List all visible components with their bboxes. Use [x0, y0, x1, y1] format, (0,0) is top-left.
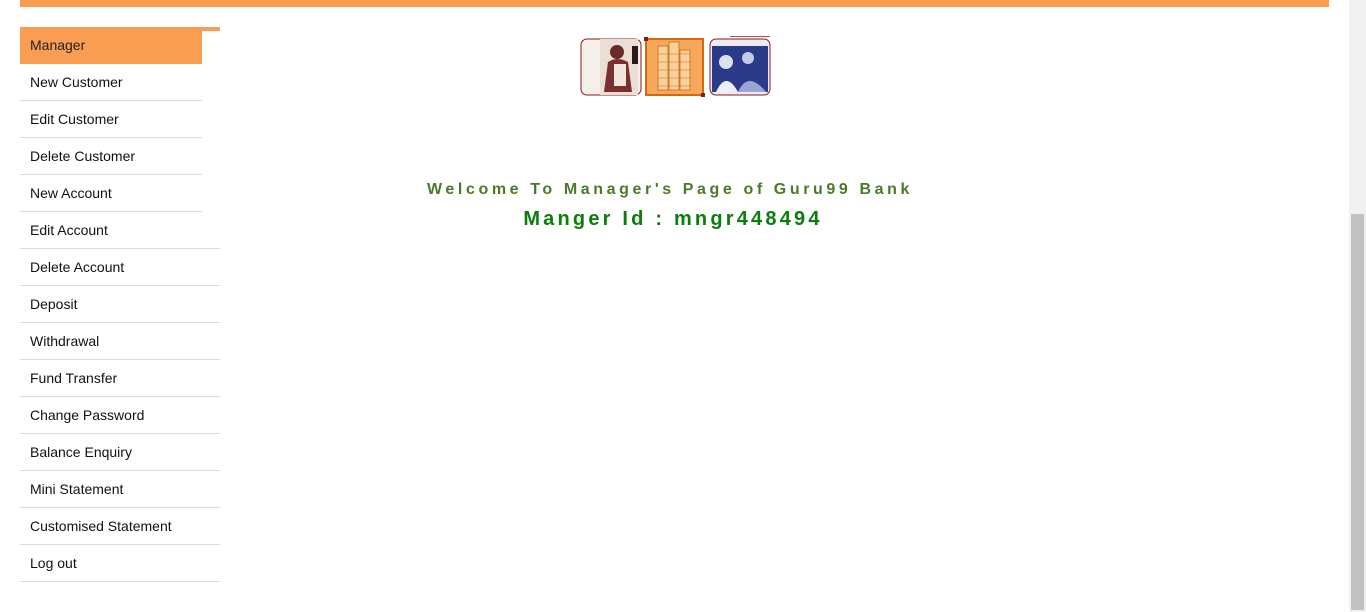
sidebar-item-mini-statement[interactable]: Mini Statement [20, 471, 220, 508]
sidebar-item-fund-transfer[interactable]: Fund Transfer [20, 360, 220, 397]
manager-id-label: Manger Id : mngr448494 [523, 208, 823, 230]
welcome-message: Welcome To Manager's Page of Guru99 Bank [427, 181, 913, 198]
sidebar-item-edit-account[interactable]: Edit Account [20, 212, 220, 249]
sidebar-item-delete-account[interactable]: Delete Account [20, 249, 220, 286]
sidebar-item-change-password[interactable]: Change Password [20, 397, 220, 434]
sidebar-item-log-out[interactable]: Log out [20, 545, 220, 582]
menu-list: Manager New Customer Edit Customer Delet… [20, 27, 220, 582]
sidebar-menu: Manager New Customer Edit Customer Delet… [20, 27, 220, 582]
sidebar-item-new-customer[interactable]: New Customer [20, 64, 202, 101]
vertical-scrollbar-thumb[interactable] [1351, 214, 1364, 610]
sidebar-item-new-account[interactable]: New Account [20, 175, 202, 212]
sidebar-item-withdrawal[interactable]: Withdrawal [20, 323, 220, 360]
bank-banner-image [580, 36, 771, 97]
sidebar-item-manager[interactable]: Manager [20, 27, 202, 64]
sidebar-item-customised-statement[interactable]: Customised Statement [20, 508, 220, 545]
sidebar-item-balance-enquiry[interactable]: Balance Enquiry [20, 434, 220, 471]
top-accent-bar [20, 0, 1329, 7]
sidebar-item-edit-customer[interactable]: Edit Customer [20, 101, 202, 138]
sidebar-item-delete-customer[interactable]: Delete Customer [20, 138, 202, 175]
sidebar-item-deposit[interactable]: Deposit [20, 286, 220, 323]
